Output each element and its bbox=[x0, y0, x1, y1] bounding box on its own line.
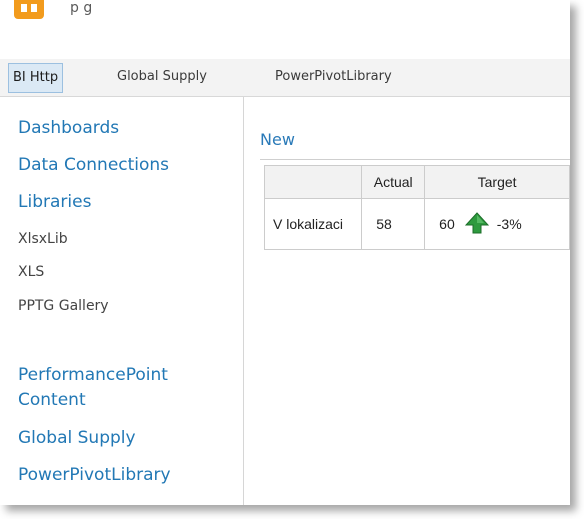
new-link[interactable]: New bbox=[260, 130, 295, 149]
quick-launch: Dashboards Data Connections Libraries Xl… bbox=[0, 97, 244, 505]
site-title: p g bbox=[70, 0, 93, 16]
main-content: New Actual Target V lokalizaci 58 60 -3% bbox=[244, 97, 570, 505]
title-bar: p g bbox=[0, 0, 570, 58]
scorecard-table: Actual Target V lokalizaci 58 60 -3% bbox=[263, 165, 570, 250]
quick-launch-xls[interactable]: XLS bbox=[18, 264, 44, 280]
header-target: Target bbox=[424, 165, 570, 199]
header-actual: Actual bbox=[361, 165, 426, 199]
tab-powerpivotlibrary[interactable]: PowerPivotLibrary bbox=[271, 63, 396, 91]
actual-value: 58 bbox=[361, 198, 426, 250]
quick-launch-performancepoint-content[interactable]: PerformancePoint Content bbox=[18, 363, 218, 413]
quick-launch-pptg-gallery[interactable]: PPTG Gallery bbox=[18, 298, 109, 314]
app-window: p g BI Http Global Supply PowerPivotLibr… bbox=[0, 0, 570, 505]
quick-launch-dashboards[interactable]: Dashboards bbox=[18, 116, 119, 141]
quick-launch-xlsxlib[interactable]: XlsxLib bbox=[18, 231, 68, 247]
tab-bi-http[interactable]: BI Http bbox=[8, 63, 64, 93]
top-nav-bar: BI Http Global Supply PowerPivotLibrary bbox=[0, 59, 570, 97]
quick-launch-global-supply[interactable]: Global Supply bbox=[18, 426, 136, 451]
scorecard-header-row: Actual Target bbox=[263, 165, 570, 199]
table-row: V lokalizaci 58 60 -3% bbox=[263, 198, 570, 250]
quick-launch-libraries[interactable]: Libraries bbox=[18, 190, 91, 215]
target-cell: 60 -3% bbox=[424, 198, 570, 250]
sharepoint-logo-icon bbox=[14, 0, 44, 19]
quick-launch-data-connections[interactable]: Data Connections bbox=[18, 153, 169, 178]
green-up-arrow-icon bbox=[464, 211, 489, 237]
header-blank bbox=[263, 165, 363, 199]
target-value: 60 bbox=[439, 216, 455, 232]
variance-value: -3% bbox=[496, 216, 522, 232]
tab-global-supply[interactable]: Global Supply bbox=[113, 63, 211, 91]
row-label[interactable]: V lokalizaci bbox=[263, 198, 363, 250]
divider bbox=[260, 159, 570, 160]
quick-launch-powerpivotlibrary[interactable]: PowerPivotLibrary bbox=[18, 463, 171, 488]
